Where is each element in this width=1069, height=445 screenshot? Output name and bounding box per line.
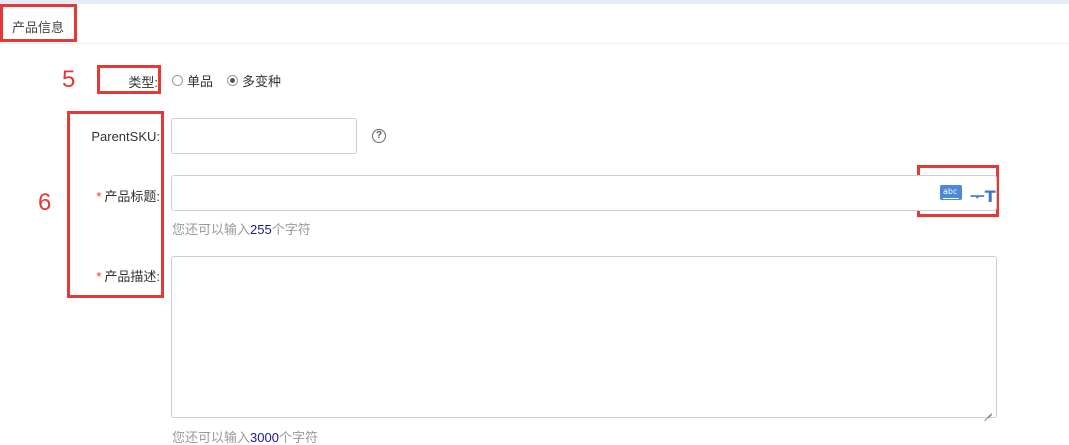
product-desc-hint: 您还可以输入3000个字符 <box>172 427 318 445</box>
radio-multi-variant[interactable] <box>227 75 239 86</box>
product-title-label-text: 产品标题: <box>104 189 160 204</box>
annotation-number-5: 5 <box>62 66 76 93</box>
keyboard-icon[interactable] <box>940 185 962 200</box>
radio-single[interactable] <box>172 75 183 86</box>
radio-single-label[interactable]: 单品 <box>187 71 213 90</box>
hint-count: 255 <box>250 222 272 237</box>
type-radio-group: 单品 多变种 <box>172 71 295 90</box>
radio-multi-variant-label[interactable]: 多变种 <box>242 71 281 90</box>
product-desc-label-text: 产品描述: <box>104 269 160 284</box>
parent-sku-label: ParentSKU: <box>91 129 160 144</box>
section-header: 产品信息 <box>0 4 1069 44</box>
font-size-icon[interactable]: ᅮT <box>970 183 996 207</box>
annotation-box-section-title <box>0 4 77 42</box>
hint-prefix: 您还可以输入 <box>172 222 251 237</box>
resize-grip-icon[interactable] <box>984 406 992 414</box>
product-title-hint: 您还可以输入255个字符 <box>172 219 311 238</box>
hint-count: 3000 <box>250 430 279 445</box>
parent-sku-input[interactable] <box>171 118 357 154</box>
product-desc-label: * 产品描述: <box>70 266 160 285</box>
product-title-label: * 产品标题: <box>70 186 160 205</box>
product-desc-textarea[interactable] <box>171 256 997 418</box>
required-mark: * <box>96 189 102 204</box>
annotation-number-6: 6 <box>38 189 52 216</box>
hint-suffix: 个字符 <box>271 222 311 237</box>
hint-prefix: 您还可以输入 <box>172 430 251 445</box>
hint-suffix: 个字符 <box>278 430 318 445</box>
type-label: 类型: <box>128 75 158 90</box>
help-icon[interactable]: ? <box>372 129 386 143</box>
product-title-input[interactable] <box>171 175 997 211</box>
required-mark: * <box>96 269 102 284</box>
